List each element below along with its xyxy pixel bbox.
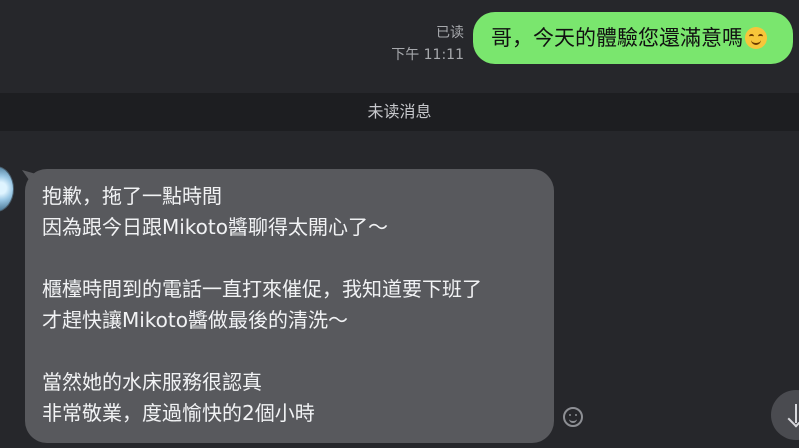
message-line: 櫃檯時間到的電話一直打來催促，我知道要下班了 <box>42 277 482 301</box>
contact-avatar[interactable] <box>0 166 14 212</box>
arrow-down-icon <box>788 404 799 424</box>
message-time: 下午 11:11 <box>391 47 464 63</box>
unread-messages-divider: 未读消息 <box>0 93 799 131</box>
message-meta: 已读 下午 11:11 <box>391 22 464 66</box>
read-status: 已读 <box>436 25 464 41</box>
message-line <box>42 336 536 367</box>
message-line: 當然她的水床服務很認真 <box>42 370 262 394</box>
chat-window: 已读 下午 11:11 哥，今天的體驗您還滿意嗎 未读消息 抱歉，拖了一點時間 … <box>0 0 799 448</box>
message-line: 才趕快讓Mikoto醬做最後的清洗～ <box>42 308 348 332</box>
outgoing-message-row: 已读 下午 11:11 哥，今天的體驗您還滿意嗎 <box>0 0 799 92</box>
message-line: 因為跟今日跟Mikoto醬聊得太開心了～ <box>42 215 388 239</box>
scroll-to-bottom-button[interactable] <box>771 390 799 440</box>
outgoing-message-text: 哥，今天的體驗您還滿意嗎 <box>491 26 743 50</box>
message-line: 抱歉，拖了一點時間 <box>42 184 222 208</box>
message-line <box>42 243 536 274</box>
incoming-message-bubble[interactable]: 抱歉，拖了一點時間 因為跟今日跟Mikoto醬聊得太開心了～ 櫃檯時間到的電話一… <box>25 169 554 443</box>
message-line: 非常敬業，度過愉快的2個小時 <box>42 401 315 425</box>
smiling-face-emoji-icon <box>745 27 767 49</box>
outgoing-message-bubble[interactable]: 哥，今天的體驗您還滿意嗎 <box>473 12 793 64</box>
unread-messages-label: 未读消息 <box>367 102 432 121</box>
emoji-reaction-icon[interactable] <box>563 407 583 427</box>
